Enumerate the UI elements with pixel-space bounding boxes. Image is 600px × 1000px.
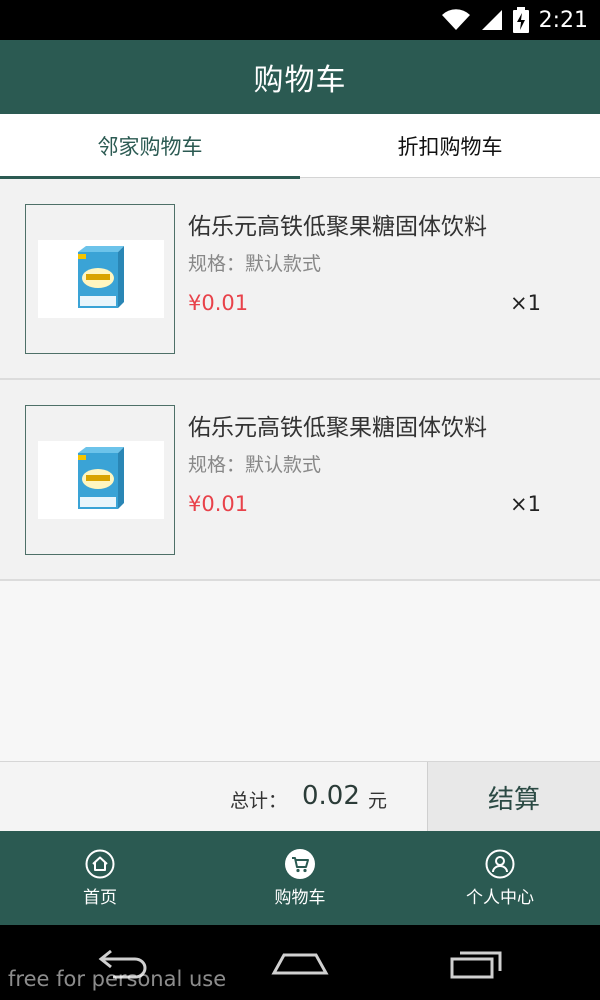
nav-item-cart[interactable]: 购物车 xyxy=(200,831,400,925)
product-image xyxy=(38,240,164,318)
watermark: free for personal use xyxy=(8,967,227,991)
system-nav-bar: free for personal use xyxy=(0,925,600,1000)
total-bar: 总计： 0.02 元 结算 xyxy=(0,761,600,832)
cart-item[interactable]: 佑乐元高铁低聚果糖固体饮料 规格：默认款式 ¥0.01 ×1 xyxy=(0,179,600,380)
product-quantity: ×1 xyxy=(510,291,541,315)
recents-button[interactable] xyxy=(448,943,504,983)
product-spec: 规格：默认款式 xyxy=(188,454,322,476)
product-name: 佑乐元高铁低聚果糖固体饮料 xyxy=(188,214,487,240)
product-image xyxy=(38,441,164,519)
nav-label: 购物车 xyxy=(274,887,326,908)
nav-item-profile[interactable]: 个人中心 xyxy=(400,831,600,925)
battery-icon xyxy=(512,7,529,33)
product-thumbnail[interactable] xyxy=(25,405,175,555)
product-spec: 规格：默认款式 xyxy=(188,253,322,275)
status-icons: 2:21 xyxy=(441,0,588,40)
status-time: 2:21 xyxy=(538,7,588,33)
cart-list: 佑乐元高铁低聚果糖固体饮料 规格：默认款式 ¥0.01 ×1 佑乐元高铁低聚果糖… xyxy=(0,179,600,761)
nav-label: 首页 xyxy=(83,887,117,908)
tab-discount-cart[interactable]: 折扣购物车 xyxy=(300,114,600,178)
cart-item[interactable]: 佑乐元高铁低聚果糖固体饮料 规格：默认款式 ¥0.01 ×1 xyxy=(0,380,600,581)
wifi-icon xyxy=(441,8,471,32)
user-icon xyxy=(485,849,515,879)
status-bar: 2:21 xyxy=(0,0,600,40)
total-unit: 元 xyxy=(368,790,388,812)
total-summary: 总计： 0.02 元 xyxy=(0,762,427,832)
signal-icon xyxy=(481,8,503,32)
home-outline-icon xyxy=(271,953,329,975)
product-price: ¥0.01 xyxy=(188,291,249,315)
total-label: 总计： xyxy=(230,790,288,812)
nav-item-home[interactable]: 首页 xyxy=(0,831,200,925)
total-value: 0.02 xyxy=(302,781,360,811)
product-quantity: ×1 xyxy=(510,492,541,516)
app-header: 购物车 xyxy=(0,40,600,114)
checkout-button[interactable]: 结算 xyxy=(427,762,600,832)
page-title: 购物车 xyxy=(253,63,347,98)
tab-label: 邻家购物车 xyxy=(97,135,203,159)
nav-label: 个人中心 xyxy=(466,887,534,908)
tab-neighbor-cart[interactable]: 邻家购物车 xyxy=(0,114,300,179)
home-icon xyxy=(85,849,115,879)
product-name: 佑乐元高铁低聚果糖固体饮料 xyxy=(188,415,487,441)
cart-tabs: 邻家购物车 折扣购物车 xyxy=(0,114,600,179)
bottom-nav: 首页 购物车 个人中心 xyxy=(0,831,600,925)
home-button[interactable] xyxy=(270,943,330,983)
product-thumbnail[interactable] xyxy=(25,204,175,354)
tab-label: 折扣购物车 xyxy=(397,135,503,159)
product-price: ¥0.01 xyxy=(188,492,249,516)
cart-icon xyxy=(285,848,315,879)
recents-icon xyxy=(450,951,502,979)
